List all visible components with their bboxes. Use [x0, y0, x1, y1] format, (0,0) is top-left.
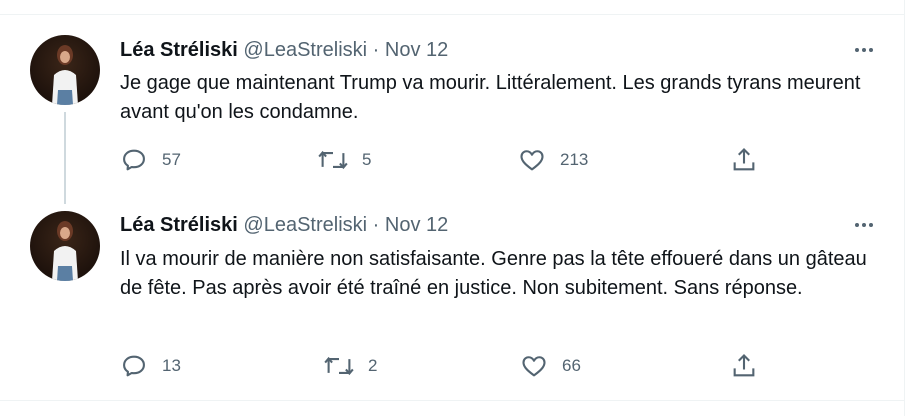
reply-button[interactable]: 57 — [120, 146, 181, 174]
tweet-date[interactable]: Nov 12 — [385, 214, 448, 236]
more-horizontal-icon[interactable] — [846, 38, 882, 62]
tweet-date[interactable]: Nov 12 — [385, 39, 448, 61]
reply-button[interactable]: 13 — [120, 352, 181, 380]
retweet-button[interactable]: 5 — [318, 146, 371, 174]
tweet-header: Léa Stréliski @LeaStreliski · Nov 12 — [120, 38, 448, 62]
reply-count: 57 — [162, 150, 181, 169]
author-handle[interactable]: @LeaStreliski — [243, 214, 367, 236]
top-divider — [0, 14, 904, 15]
share-icon — [733, 148, 755, 171]
retweet-count: 5 — [362, 150, 372, 169]
retweet-button[interactable]: 2 — [324, 352, 377, 380]
like-count: 66 — [562, 356, 581, 375]
tweet-text: Il va mourir de manière non satisfaisant… — [120, 248, 867, 299]
retweet-icon — [318, 150, 348, 170]
share-button[interactable] — [730, 146, 758, 174]
tweet-thread: Léa Stréliski @LeaStreliski · Nov 12 Je … — [0, 0, 924, 416]
share-icon — [733, 354, 755, 377]
avatar-photo — [52, 45, 78, 105]
avatar-photo — [52, 221, 78, 281]
speech-bubble-icon — [123, 355, 145, 377]
retweet-icon — [324, 356, 354, 376]
thread-connector-line — [64, 112, 66, 204]
separator-dot: · — [372, 214, 380, 236]
like-button[interactable]: 66 — [520, 352, 581, 380]
like-button[interactable]: 213 — [518, 146, 588, 174]
separator-dot: · — [372, 39, 380, 61]
avatar[interactable] — [30, 35, 100, 105]
tweet-header: Léa Stréliski @LeaStreliski · Nov 12 — [120, 213, 448, 237]
author-name[interactable]: Léa Stréliski — [120, 214, 238, 236]
share-button[interactable] — [730, 352, 758, 380]
tweet-text: Je gage que maintenant Trump va mourir. … — [120, 72, 861, 123]
heart-icon — [520, 150, 544, 171]
speech-bubble-icon — [123, 149, 145, 171]
more-horizontal-icon[interactable] — [846, 213, 882, 237]
heart-icon — [522, 356, 546, 377]
author-handle[interactable]: @LeaStreliski — [243, 39, 367, 61]
bottom-divider — [0, 400, 904, 401]
reply-count: 13 — [162, 356, 181, 375]
author-name[interactable]: Léa Stréliski — [120, 39, 238, 61]
right-border — [904, 0, 905, 416]
retweet-count: 2 — [368, 356, 378, 375]
like-count: 213 — [560, 150, 589, 169]
avatar[interactable] — [30, 211, 100, 281]
